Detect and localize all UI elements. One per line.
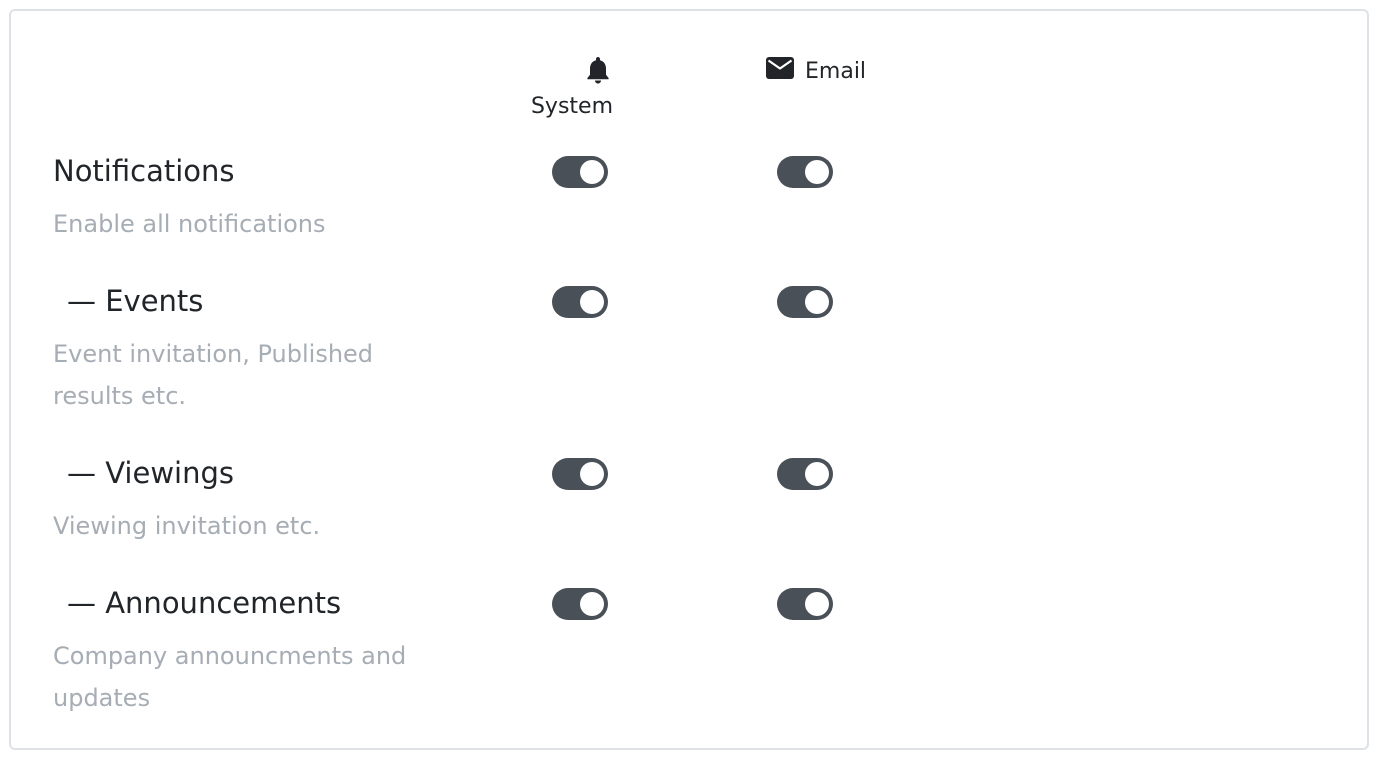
toggle-knob — [580, 462, 604, 486]
toggle-knob — [580, 592, 604, 616]
row-desc-events: Event invitation, Published results etc. — [53, 340, 374, 410]
toggle-knob — [805, 592, 829, 616]
toggle-knob — [805, 290, 829, 314]
toggle-knob — [580, 290, 604, 314]
channel-email-header: Email — [765, 56, 866, 86]
channel-email-label: Email — [805, 58, 867, 84]
row-title-announcements: — Announcements — [67, 586, 342, 620]
toggle-events-system[interactable] — [552, 286, 608, 318]
toggle-knob — [805, 462, 829, 486]
toggle-knob — [580, 160, 604, 184]
row-title-viewings: — Viewings — [67, 456, 234, 490]
toggle-announcements-email[interactable] — [777, 588, 833, 620]
toggle-notifications-system[interactable] — [552, 156, 608, 188]
toggle-events-email[interactable] — [777, 286, 833, 318]
row-title-events: — Events — [67, 284, 204, 318]
toggle-announcements-system[interactable] — [552, 588, 608, 620]
row-desc-announcements: Company announcments and updates — [53, 642, 407, 712]
row-title-notifications: Notifications — [53, 154, 235, 188]
toggle-viewings-system[interactable] — [552, 458, 608, 490]
bell-icon — [585, 56, 611, 90]
envelope-icon — [765, 56, 795, 86]
row-desc-notifications: Enable all notifications — [53, 210, 326, 238]
toggle-viewings-email[interactable] — [777, 458, 833, 490]
notification-settings-card: System Email Notifications Enable all no… — [9, 9, 1369, 750]
toggle-notifications-email[interactable] — [777, 156, 833, 188]
row-desc-viewings: Viewing invitation etc. — [53, 512, 321, 540]
toggle-knob — [805, 160, 829, 184]
channel-system-label: System — [530, 94, 614, 119]
